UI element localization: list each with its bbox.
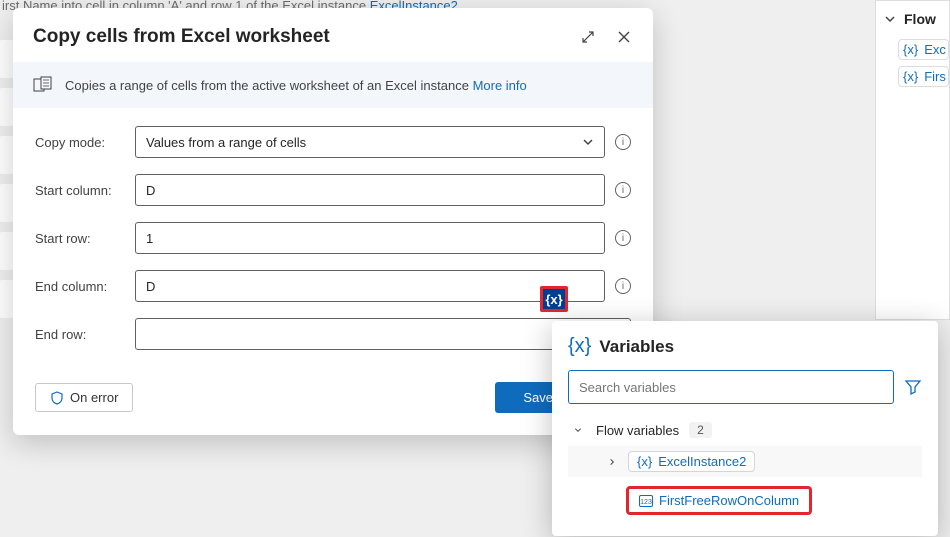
more-info-link[interactable]: More info bbox=[473, 78, 527, 93]
info-bar: Copies a range of cells from the active … bbox=[13, 62, 653, 108]
start-column-input[interactable] bbox=[135, 174, 605, 206]
variable-insert-badge[interactable]: {x} bbox=[540, 286, 568, 312]
variables-popup: {x} Variables Flow variables 2 {x} Excel… bbox=[552, 321, 938, 536]
svg-text:123: 123 bbox=[640, 499, 652, 506]
info-icon[interactable]: i bbox=[615, 134, 631, 150]
chevron-down-icon bbox=[582, 136, 594, 148]
info-icon[interactable]: i bbox=[615, 230, 631, 246]
brace-icon: {x} bbox=[637, 454, 652, 469]
brace-icon: {x} bbox=[568, 335, 591, 358]
chevron-down-icon bbox=[574, 424, 586, 436]
expand-icon[interactable] bbox=[579, 28, 597, 46]
filter-icon[interactable] bbox=[904, 378, 922, 396]
info-icon[interactable]: i bbox=[615, 278, 631, 294]
copy-mode-label: Copy mode: bbox=[35, 135, 123, 150]
excel-copy-icon bbox=[33, 76, 53, 94]
flow-var-chip[interactable]: {x}Exc bbox=[898, 39, 949, 60]
chevron-down-icon bbox=[884, 13, 896, 25]
flow-variables-group[interactable]: Flow variables 2 bbox=[568, 416, 922, 446]
info-icon[interactable]: i bbox=[615, 182, 631, 198]
chevron-right-icon[interactable] bbox=[608, 456, 620, 468]
start-column-label: Start column: bbox=[35, 183, 123, 198]
dialog-title: Copy cells from Excel worksheet bbox=[33, 26, 579, 48]
start-row-label: Start row: bbox=[35, 231, 123, 246]
on-error-button[interactable]: On error bbox=[35, 383, 133, 412]
shield-icon bbox=[50, 391, 64, 405]
start-row-input[interactable] bbox=[135, 222, 605, 254]
search-variables-input[interactable] bbox=[568, 370, 894, 404]
variable-chip[interactable]: {x} ExcelInstance2 bbox=[628, 451, 755, 472]
count-badge: 2 bbox=[689, 422, 712, 438]
copy-mode-select[interactable]: Values from a range of cells bbox=[135, 126, 605, 158]
variables-popup-title: {x} Variables bbox=[568, 335, 922, 358]
flow-var-chip[interactable]: {x}Firs bbox=[898, 66, 949, 87]
variable-chip-highlighted[interactable]: 123 FirstFreeRowOnColumn bbox=[626, 486, 812, 515]
close-icon[interactable] bbox=[615, 28, 633, 46]
flow-panel-header[interactable]: Flow bbox=[884, 11, 949, 27]
variable-row[interactable]: {x} ExcelInstance2 bbox=[568, 446, 922, 477]
number-icon: 123 bbox=[639, 495, 653, 507]
end-column-label: End column: bbox=[35, 279, 123, 294]
variable-row[interactable]: 123 FirstFreeRowOnColumn bbox=[568, 481, 922, 520]
end-row-label: End row: bbox=[35, 327, 123, 342]
flow-panel: Flow {x}Exc {x}Firs bbox=[875, 0, 950, 320]
end-column-input[interactable] bbox=[135, 270, 605, 302]
